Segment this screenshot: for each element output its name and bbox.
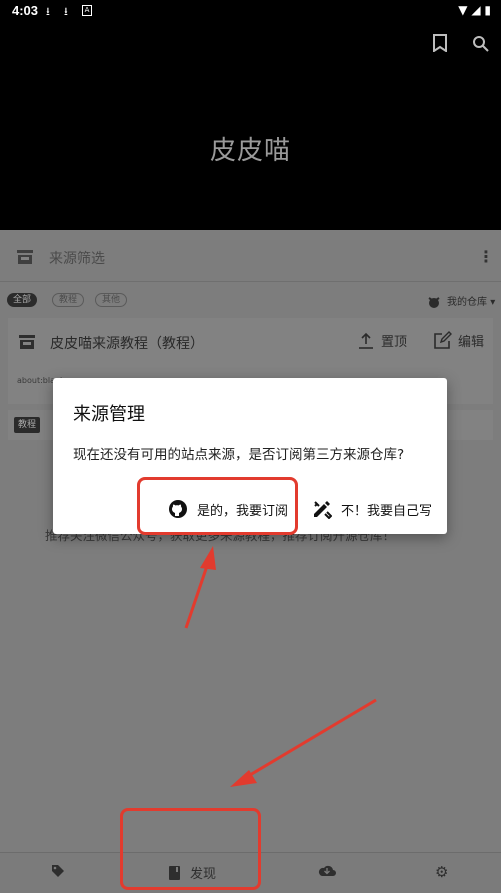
- arrow-up-head: [200, 546, 216, 570]
- annotation-arrows: [184, 546, 377, 787]
- arrow-up-line: [184, 559, 211, 629]
- arrow-down-line: [244, 698, 377, 780]
